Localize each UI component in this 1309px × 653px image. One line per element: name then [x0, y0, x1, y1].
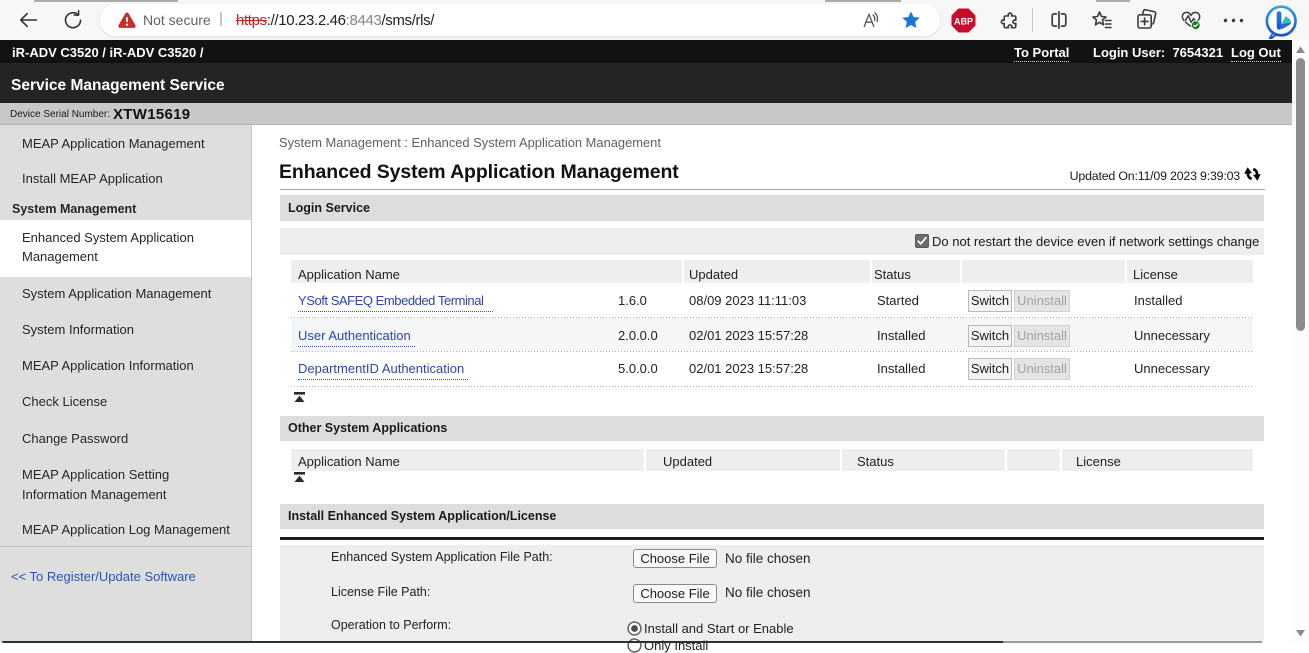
svg-text:ABP: ABP [954, 17, 973, 27]
